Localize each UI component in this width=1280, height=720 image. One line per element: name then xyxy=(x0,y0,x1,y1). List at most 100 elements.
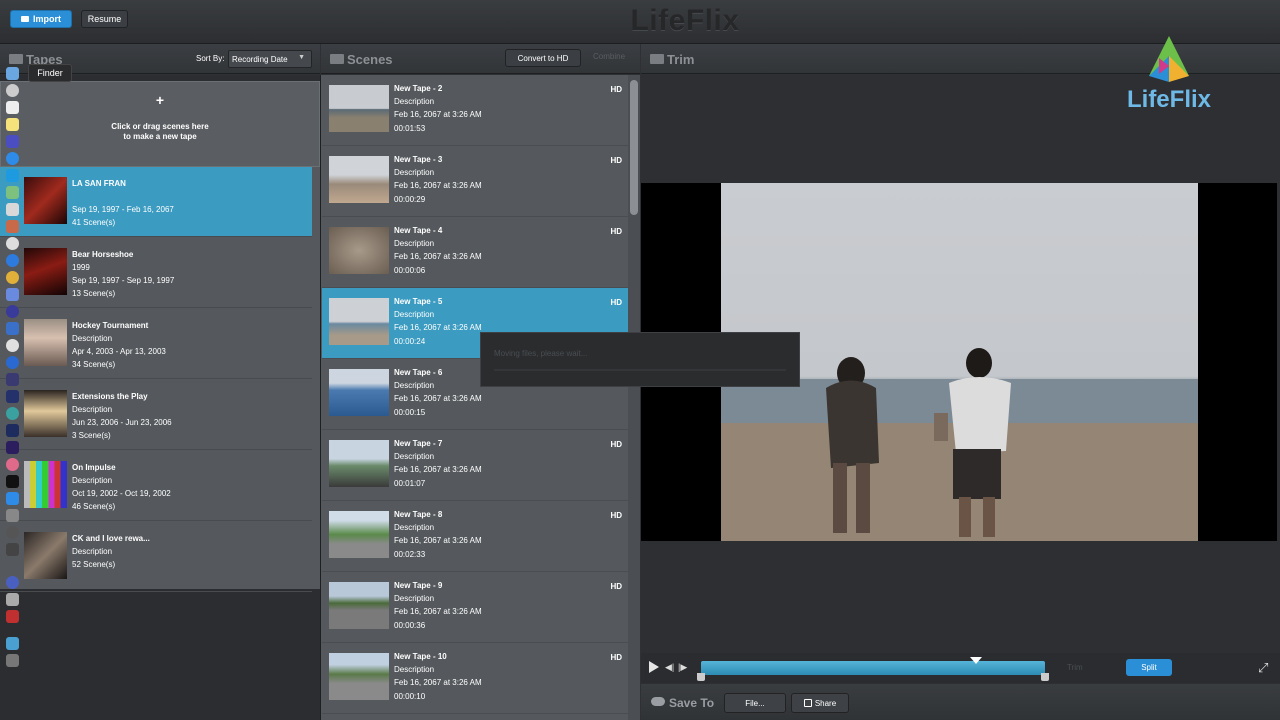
tape-item[interactable]: On Impulse Description Oct 19, 2002 - Oc… xyxy=(0,451,312,521)
tape-thumbnail xyxy=(24,248,67,295)
trim-button[interactable]: Trim xyxy=(1067,663,1083,672)
tape-dates: Jun 23, 2006 - Jun 23, 2006 xyxy=(72,418,172,427)
lifeflix-icon[interactable] xyxy=(6,288,19,301)
tape-item[interactable]: LA SAN FRAN Sep 19, 1997 - Feb 16, 2067 … xyxy=(0,167,312,237)
app-icon[interactable] xyxy=(6,373,19,386)
scene-thumbnail xyxy=(329,227,389,274)
scene-description: Description xyxy=(394,452,435,461)
app-icon[interactable] xyxy=(6,305,19,318)
share-button[interactable]: Share xyxy=(791,693,849,713)
tape-item[interactable]: CK and I love rewa... Description 52 Sce… xyxy=(0,522,312,592)
scene-description: Description xyxy=(394,168,435,177)
app-icon[interactable] xyxy=(6,543,19,556)
fullscreen-icon[interactable]: ⤢ xyxy=(1258,660,1268,676)
save-to-bar: Save To File... Share xyxy=(641,684,1280,720)
chrome-icon[interactable] xyxy=(6,271,19,284)
tape-thumbnail xyxy=(24,319,67,366)
scene-date: Feb 16, 2067 at 3:26 AM xyxy=(394,678,482,687)
tape-item[interactable]: Bear Horseshoe 1999 Sep 19, 1997 - Sep 1… xyxy=(0,238,312,308)
rush-icon[interactable] xyxy=(6,390,19,403)
scene-duration: 00:00:10 xyxy=(394,692,426,701)
scene-description: Description xyxy=(394,97,435,106)
hd-badge: HD xyxy=(610,582,622,591)
trim-end-handle[interactable] xyxy=(1041,673,1049,681)
dock xyxy=(0,62,22,672)
app-icon[interactable] xyxy=(6,593,19,606)
import-button[interactable]: Import xyxy=(10,10,72,28)
app-icon[interactable] xyxy=(6,322,19,335)
notes-icon[interactable] xyxy=(6,101,19,114)
scene-duration: 00:02:33 xyxy=(394,550,426,559)
scene-date: Feb 16, 2067 at 3:26 AM xyxy=(394,394,482,403)
tape-item[interactable]: Hockey Tournament Description Apr 4, 200… xyxy=(0,309,312,379)
finder-icon[interactable] xyxy=(6,67,19,80)
app-icon[interactable] xyxy=(6,220,19,233)
photos-icon[interactable] xyxy=(6,186,19,199)
app-icon[interactable] xyxy=(6,526,19,539)
save-to-title: Save To xyxy=(669,696,715,710)
play-icon[interactable] xyxy=(649,661,659,673)
tape-scene-count: 3 Scene(s) xyxy=(72,431,111,440)
new-tape-dropzone[interactable]: + Click or drag scenes here to make a ne… xyxy=(0,81,320,167)
tape-thumbnail xyxy=(24,532,67,579)
new-tape-line2: to make a new tape xyxy=(123,132,197,141)
tape-dates: Apr 4, 2003 - Apr 13, 2003 xyxy=(72,347,166,356)
acrobat-icon[interactable] xyxy=(6,610,19,623)
scene-item[interactable]: New Tape - 10 Description Feb 16, 2067 a… xyxy=(322,643,629,714)
step-forward-icon[interactable]: |▶ xyxy=(678,662,687,673)
app-icon[interactable] xyxy=(6,339,19,352)
preview-icon[interactable] xyxy=(6,203,19,216)
launchpad-icon[interactable] xyxy=(6,84,19,97)
scene-item[interactable]: New Tape - 7 Description Feb 16, 2067 at… xyxy=(322,430,629,501)
folder-icon[interactable] xyxy=(6,637,19,650)
playhead[interactable] xyxy=(970,657,983,664)
trash-icon[interactable] xyxy=(6,654,19,667)
app-icon[interactable] xyxy=(6,254,19,267)
scene-duration: 00:00:15 xyxy=(394,408,426,417)
safari-icon[interactable] xyxy=(6,152,19,165)
scenes-header: Scenes Convert to HD Combine xyxy=(321,44,640,74)
scene-duration: 00:00:36 xyxy=(394,621,426,630)
step-back-icon[interactable]: ◀| xyxy=(665,662,674,673)
stickies-icon[interactable] xyxy=(6,118,19,131)
scenes-icon xyxy=(330,54,344,64)
scene-item[interactable]: New Tape - 2 Description Feb 16, 2067 at… xyxy=(322,75,629,146)
trim-timeline[interactable] xyxy=(697,657,1049,681)
sort-select[interactable]: Recording Date ▼ xyxy=(228,50,312,68)
trim-start-handle[interactable] xyxy=(697,673,705,681)
app-icon[interactable] xyxy=(6,407,19,420)
scene-title: New Tape - 3 xyxy=(394,155,443,164)
trim-icon xyxy=(650,54,664,64)
settings-icon[interactable] xyxy=(6,509,19,522)
skype-icon[interactable] xyxy=(6,169,19,182)
app-icon[interactable] xyxy=(6,135,19,148)
scene-description: Description xyxy=(394,310,435,319)
scene-item[interactable]: New Tape - 9 Description Feb 16, 2067 at… xyxy=(322,572,629,643)
scene-item[interactable]: New Tape - 8 Description Feb 16, 2067 at… xyxy=(322,501,629,572)
combine-button[interactable]: Combine xyxy=(593,52,625,61)
scene-item[interactable]: New Tape - 4 Description Feb 16, 2067 at… xyxy=(322,217,629,288)
resume-button[interactable]: Resume xyxy=(81,10,128,28)
app-icon[interactable] xyxy=(6,356,19,369)
scene-description: Description xyxy=(394,381,435,390)
scenes-scrollbar[interactable] xyxy=(630,80,638,215)
split-button[interactable]: Split xyxy=(1126,659,1172,676)
app-icon[interactable] xyxy=(6,576,19,589)
hd-badge: HD xyxy=(610,440,622,449)
scene-thumbnail xyxy=(329,156,389,203)
tape-title: Extensions the Play xyxy=(72,392,148,401)
after-effects-icon[interactable] xyxy=(6,424,19,437)
scene-description: Description xyxy=(394,523,435,532)
file-button[interactable]: File... xyxy=(724,693,786,713)
app-icon[interactable] xyxy=(6,237,19,250)
premiere-icon[interactable] xyxy=(6,441,19,454)
scene-description: Description xyxy=(394,594,435,603)
app-store-icon[interactable] xyxy=(6,492,19,505)
share-label: Share xyxy=(814,698,837,708)
convert-to-hd-button[interactable]: Convert to HD xyxy=(505,49,581,67)
tape-item[interactable]: Extensions the Play Description Jun 23, … xyxy=(0,380,312,450)
scene-item[interactable]: New Tape - 3 Description Feb 16, 2067 at… xyxy=(322,146,629,217)
tv-icon[interactable] xyxy=(6,475,19,488)
tape-description: Description xyxy=(72,334,113,343)
music-icon[interactable] xyxy=(6,458,19,471)
